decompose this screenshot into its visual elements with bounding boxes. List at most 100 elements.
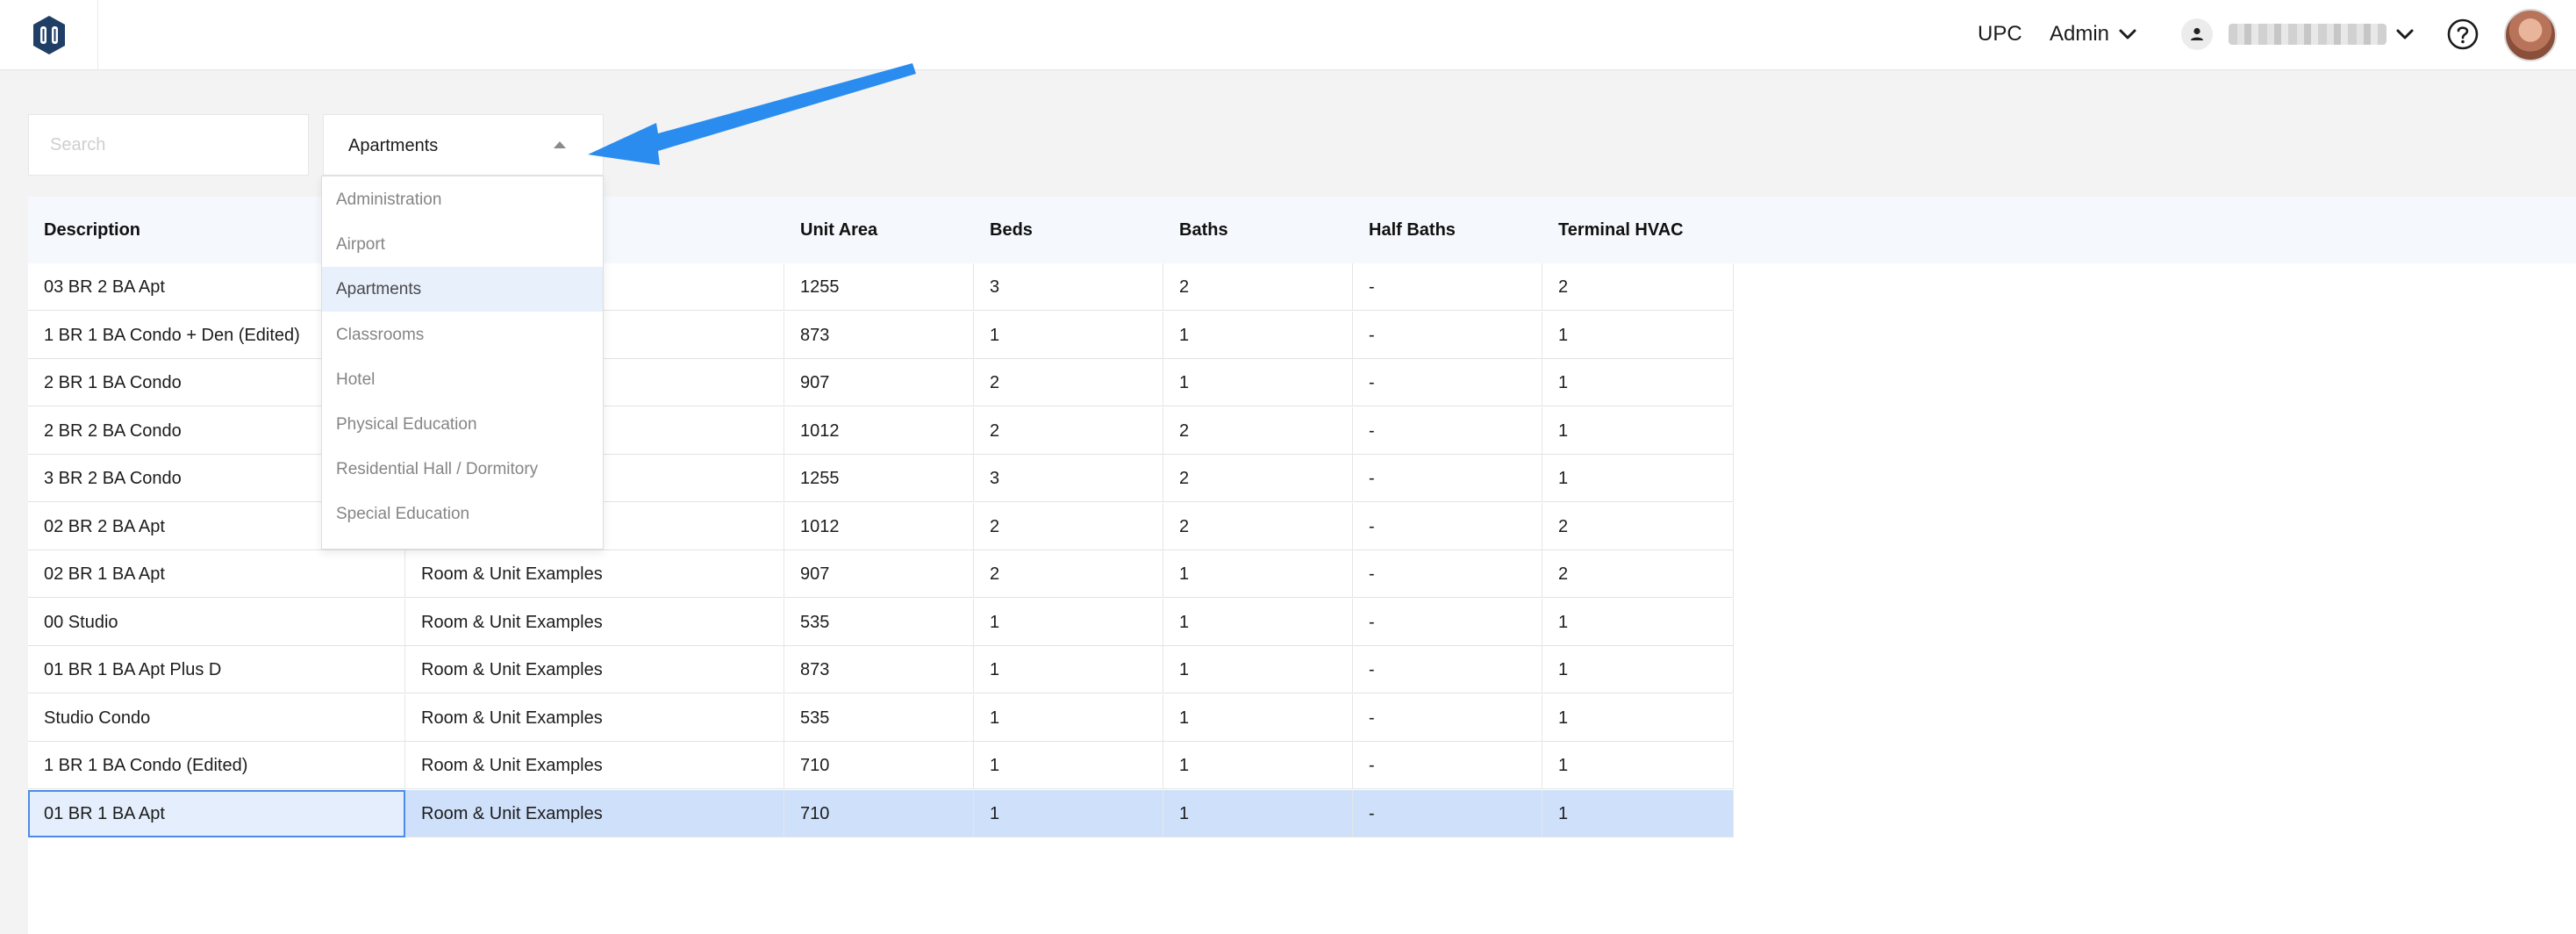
column-header-baths[interactable]: Baths — [1163, 197, 1353, 263]
cell-beds[interactable]: 2 — [974, 502, 1163, 550]
table-row[interactable]: 1 BR 1 BA Condo (Edited) Room & Unit Exam… — [28, 742, 1734, 789]
cell-baths[interactable]: 2 — [1163, 502, 1353, 550]
dropdown-option[interactable]: Special Education — [322, 492, 603, 536]
cell-baths[interactable]: 1 — [1163, 359, 1353, 406]
dropdown-option[interactable]: Hotel — [322, 357, 603, 402]
chevron-down-icon[interactable] — [2394, 23, 2416, 46]
cell-baths[interactable]: 1 — [1163, 550, 1353, 598]
upc-link[interactable]: UPC — [1978, 19, 2022, 49]
cell-baths[interactable]: 1 — [1163, 646, 1353, 693]
cell-beds[interactable]: 1 — [974, 311, 1163, 359]
table-row[interactable]: 00 Studio Room & Unit Examples 535 1 1-1 — [28, 598, 1734, 646]
search-box[interactable] — [28, 114, 309, 176]
cell-unit-area[interactable]: 1255 — [784, 263, 974, 311]
cell-baths[interactable]: 2 — [1163, 406, 1353, 455]
cell-terminal-hvac[interactable]: 2 — [1542, 263, 1734, 311]
cell-unit-area[interactable]: 1012 — [784, 406, 974, 455]
search-input[interactable] — [29, 115, 308, 175]
cell-half-baths[interactable]: - — [1353, 502, 1542, 550]
dropdown-option[interactable]: Airport — [322, 222, 603, 267]
cell-terminal-hvac[interactable]: 1 — [1542, 789, 1734, 837]
cell-terminal-hvac[interactable]: 1 — [1542, 455, 1734, 502]
cell-beds[interactable]: 2 — [974, 359, 1163, 406]
cell-unit-area[interactable]: 907 — [784, 550, 974, 598]
table-row[interactable]: 03 BR 2 BA Apt 1255 3 2-2 — [28, 263, 1734, 311]
cell-half-baths[interactable]: - — [1353, 550, 1542, 598]
dropdown-option[interactable]: Apartments — [322, 267, 603, 313]
cell-unit-area[interactable]: 1255 — [784, 455, 974, 502]
cell-half-baths[interactable]: - — [1353, 598, 1542, 646]
table-row[interactable]: 2 BR 2 BA Condo 1012 2 2-1 — [28, 406, 1734, 455]
cell-baths[interactable]: 1 — [1163, 693, 1353, 742]
cell-baths[interactable]: 1 — [1163, 598, 1353, 646]
cell-terminal-hvac[interactable]: 1 — [1542, 693, 1734, 742]
cell-beds[interactable]: 2 — [974, 406, 1163, 455]
admin-menu[interactable]: Admin — [2050, 19, 2109, 49]
cell-baths[interactable]: 1 — [1163, 789, 1353, 837]
cell-baths[interactable]: 1 — [1163, 311, 1353, 359]
table-row[interactable]: 01 BR 1 BA Apt Room & Unit Examples 710 1 1-… — [28, 789, 1734, 837]
avatar[interactable] — [2504, 9, 2557, 61]
cell-beds[interactable]: 1 — [974, 742, 1163, 789]
table-row[interactable]: Studio Condo Room & Unit Examples 535 1 1-1 — [28, 693, 1734, 742]
cell-description[interactable]: Studio Condo — [28, 693, 405, 742]
cell-unit-area[interactable]: 1012 — [784, 502, 974, 550]
cell-terminal-hvac[interactable]: 1 — [1542, 742, 1734, 789]
dropdown-option[interactable]: Administration — [322, 177, 603, 222]
cell-category[interactable]: Room & Unit Examples — [405, 742, 784, 789]
logo-button[interactable] — [0, 0, 98, 70]
category-select[interactable]: Apartments — [323, 114, 604, 176]
cell-half-baths[interactable]: - — [1353, 742, 1542, 789]
cell-beds[interactable]: 1 — [974, 693, 1163, 742]
cell-description[interactable]: 1 BR 1 BA Condo (Edited) — [28, 742, 405, 789]
cell-category[interactable]: Room & Unit Examples — [405, 646, 784, 693]
cell-description[interactable]: 02 BR 1 BA Apt — [28, 550, 405, 598]
help-icon[interactable] — [2446, 18, 2479, 51]
cell-half-baths[interactable]: - — [1353, 789, 1542, 837]
cell-half-baths[interactable]: - — [1353, 455, 1542, 502]
cell-terminal-hvac[interactable]: 1 — [1542, 406, 1734, 455]
cell-category[interactable]: Room & Unit Examples — [405, 598, 784, 646]
table-row[interactable]: 1 BR 1 BA Condo + Den (Edited) 873 1 1-1 — [28, 311, 1734, 359]
cell-half-baths[interactable]: - — [1353, 311, 1542, 359]
user-icon[interactable] — [2181, 18, 2213, 50]
cell-terminal-hvac[interactable]: 1 — [1542, 311, 1734, 359]
cell-unit-area[interactable]: 907 — [784, 359, 974, 406]
column-header-beds[interactable]: Beds — [974, 197, 1163, 263]
cell-beds[interactable]: 3 — [974, 455, 1163, 502]
cell-beds[interactable]: 1 — [974, 789, 1163, 837]
cell-beds[interactable]: 2 — [974, 550, 1163, 598]
cell-half-baths[interactable]: - — [1353, 646, 1542, 693]
column-header-unit-area[interactable]: Unit Area — [784, 197, 974, 263]
cell-unit-area[interactable]: 535 — [784, 693, 974, 742]
dropdown-option[interactable]: Physical Education — [322, 402, 603, 447]
cell-baths[interactable]: 2 — [1163, 263, 1353, 311]
cell-category[interactable]: Room & Unit Examples — [405, 693, 784, 742]
cell-terminal-hvac[interactable]: 1 — [1542, 646, 1734, 693]
table-row[interactable]: 2 BR 1 BA Condo 907 2 1-1 — [28, 359, 1734, 406]
cell-beds[interactable]: 1 — [974, 646, 1163, 693]
cell-half-baths[interactable]: - — [1353, 406, 1542, 455]
cell-description[interactable]: 01 BR 1 BA Apt Plus D — [28, 646, 405, 693]
cell-category[interactable]: Room & Unit Examples — [405, 789, 784, 837]
dropdown-option[interactable]: Classrooms — [322, 313, 603, 357]
cell-terminal-hvac[interactable]: 2 — [1542, 502, 1734, 550]
cell-unit-area[interactable]: 873 — [784, 311, 974, 359]
cell-half-baths[interactable]: - — [1353, 359, 1542, 406]
cell-half-baths[interactable]: - — [1353, 693, 1542, 742]
column-header-half-baths[interactable]: Half Baths — [1353, 197, 1542, 263]
cell-unit-area[interactable]: 535 — [784, 598, 974, 646]
cell-terminal-hvac[interactable]: 2 — [1542, 550, 1734, 598]
table-row[interactable]: 02 BR 2 BA Apt 1012 2 2-2 — [28, 502, 1734, 550]
user-name-blurred[interactable] — [2229, 24, 2386, 45]
dropdown-option[interactable]: Residential Hall / Dormitory — [322, 447, 603, 492]
cell-unit-area[interactable]: 710 — [784, 789, 974, 837]
cell-baths[interactable]: 2 — [1163, 455, 1353, 502]
cell-unit-area[interactable]: 710 — [784, 742, 974, 789]
cell-terminal-hvac[interactable]: 1 — [1542, 598, 1734, 646]
cell-terminal-hvac[interactable]: 1 — [1542, 359, 1734, 406]
table-row[interactable]: 01 BR 1 BA Apt Plus D Room & Unit Example… — [28, 646, 1734, 693]
table-row[interactable]: 02 BR 1 BA Apt Room & Unit Examples 907 2 1-… — [28, 550, 1734, 598]
cell-unit-area[interactable]: 873 — [784, 646, 974, 693]
cell-beds[interactable]: 3 — [974, 263, 1163, 311]
